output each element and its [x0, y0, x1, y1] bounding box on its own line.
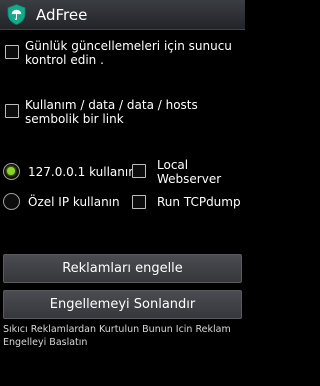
app-title: AdFree — [36, 6, 88, 24]
action-bar: AdFree — [0, 0, 245, 30]
symlink-label-line2: sembolik bir link — [25, 112, 124, 126]
custom-ip-radio-option[interactable]: Özel IP kullanın — [0, 193, 128, 213]
footer-line2: Engelleyi Baslatın — [3, 337, 88, 348]
local-webserver-checkbox[interactable] — [132, 164, 146, 178]
local-webserver-label-line1: Local — [157, 158, 189, 172]
localhost-radio-label: 127.0.0.1 kullanın — [28, 165, 136, 179]
custom-ip-radio-label: Özel IP kullanın — [28, 195, 120, 209]
symlink-checkbox[interactable] — [5, 104, 19, 118]
footer-description: Sıkıcı Reklamlardan Kurtulun Bunun Icin … — [3, 323, 243, 349]
tcpdump-label: Run TCPdump — [157, 195, 241, 209]
symlink-option[interactable]: Kullanım / data / data / hosts sembolik … — [0, 98, 245, 128]
tcpdump-checkbox[interactable] — [132, 195, 146, 209]
localhost-radio[interactable] — [3, 163, 20, 180]
block-ads-button[interactable]: Reklamları engelle — [3, 254, 242, 283]
stop-blocking-button[interactable]: Engellemeyi Sonlandır — [3, 290, 242, 319]
local-webserver-label-line2: Webserver — [157, 172, 222, 186]
symlink-label-line1: Kullanım / data / data / hosts — [25, 98, 198, 112]
localhost-radio-option[interactable]: 127.0.0.1 kullanın — [0, 163, 136, 183]
tcpdump-option[interactable]: Run TCPdump — [130, 193, 245, 213]
update-check-label-line1: Günlük güncellemeleri için sunucu — [25, 39, 232, 53]
local-webserver-option[interactable]: Local Webserver — [130, 156, 245, 186]
footer-line1: Sıkıcı Reklamlardan Kurtulun Bunun Icin … — [3, 324, 231, 335]
custom-ip-radio[interactable] — [3, 193, 20, 210]
update-check-checkbox[interactable] — [5, 45, 19, 59]
update-check-label-line2: kontrol edin . — [25, 53, 104, 67]
update-check-option[interactable]: Günlük güncellemeleri için sunucu kontro… — [0, 39, 245, 69]
shield-umbrella-icon — [7, 4, 26, 25]
